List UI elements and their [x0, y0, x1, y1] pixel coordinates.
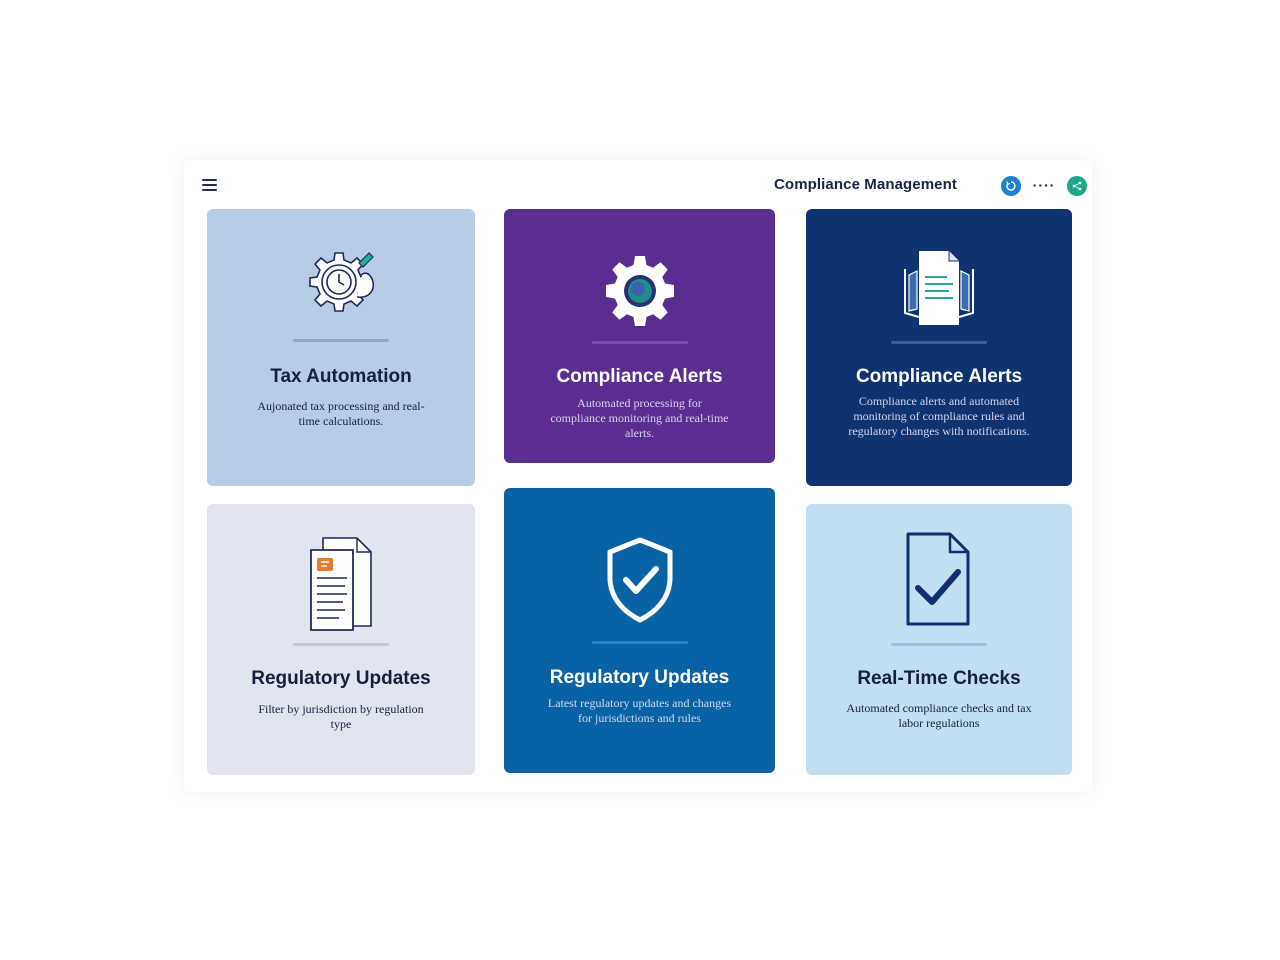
document-icon — [806, 247, 1072, 331]
shield-check-icon — [504, 536, 775, 626]
card-description: Compliance alerts and automated monitori… — [848, 394, 1030, 438]
gear-icon — [504, 253, 775, 329]
more-icon[interactable]: ···· — [1032, 174, 1056, 196]
card-description: Automated processing for compliance moni… — [550, 396, 729, 440]
card-divider — [591, 341, 688, 344]
card-divider — [293, 339, 389, 342]
card-compliance-alerts-detail[interactable]: Compliance Alerts Compliance alerts and … — [806, 209, 1072, 486]
card-divider — [591, 641, 688, 644]
card-tax-automation[interactable]: Tax Automation Aujonated tax processing … — [207, 209, 475, 486]
card-divider — [891, 643, 987, 646]
sync-icon[interactable] — [1001, 176, 1021, 196]
card-title: Regulatory Updates — [251, 668, 431, 689]
page-title: Compliance Management — [774, 176, 957, 193]
document-check-icon — [806, 530, 1072, 628]
card-description: Automated compliance checks and tax labo… — [846, 701, 1032, 730]
card-title: Tax Automation — [270, 366, 412, 387]
card-title: Compliance Alerts — [556, 366, 723, 387]
top-bar: Compliance Management ···· — [184, 160, 1092, 210]
card-description: Aujonated tax processing and real-time c… — [257, 399, 425, 428]
card-title: Regulatory Updates — [549, 667, 730, 688]
card-compliance-alerts[interactable]: Compliance Alerts Automated processing f… — [504, 209, 775, 463]
app-window: Compliance Management ···· Tax Automatio… — [184, 160, 1092, 792]
share-icon[interactable] — [1067, 176, 1087, 196]
card-regulatory-updates[interactable]: Regulatory Updates Filter by jurisdictio… — [207, 504, 475, 775]
hamburger-menu-icon[interactable] — [202, 176, 224, 196]
card-title: Compliance Alerts — [855, 366, 1023, 387]
card-description: Latest regulatory updates and changes fo… — [547, 696, 732, 725]
regulation-document-icon — [207, 534, 475, 634]
card-description: Filter by jurisdiction by regulation typ… — [258, 702, 424, 731]
gear-clock-icon — [207, 247, 475, 331]
card-real-time-checks[interactable]: Real-Time Checks Automated compliance ch… — [806, 504, 1072, 775]
card-title: Real-Time Checks — [857, 668, 1021, 689]
card-regulatory-updates-blue[interactable]: Regulatory Updates Latest regulatory upd… — [504, 488, 775, 773]
card-divider — [293, 643, 389, 646]
card-divider — [891, 341, 987, 344]
